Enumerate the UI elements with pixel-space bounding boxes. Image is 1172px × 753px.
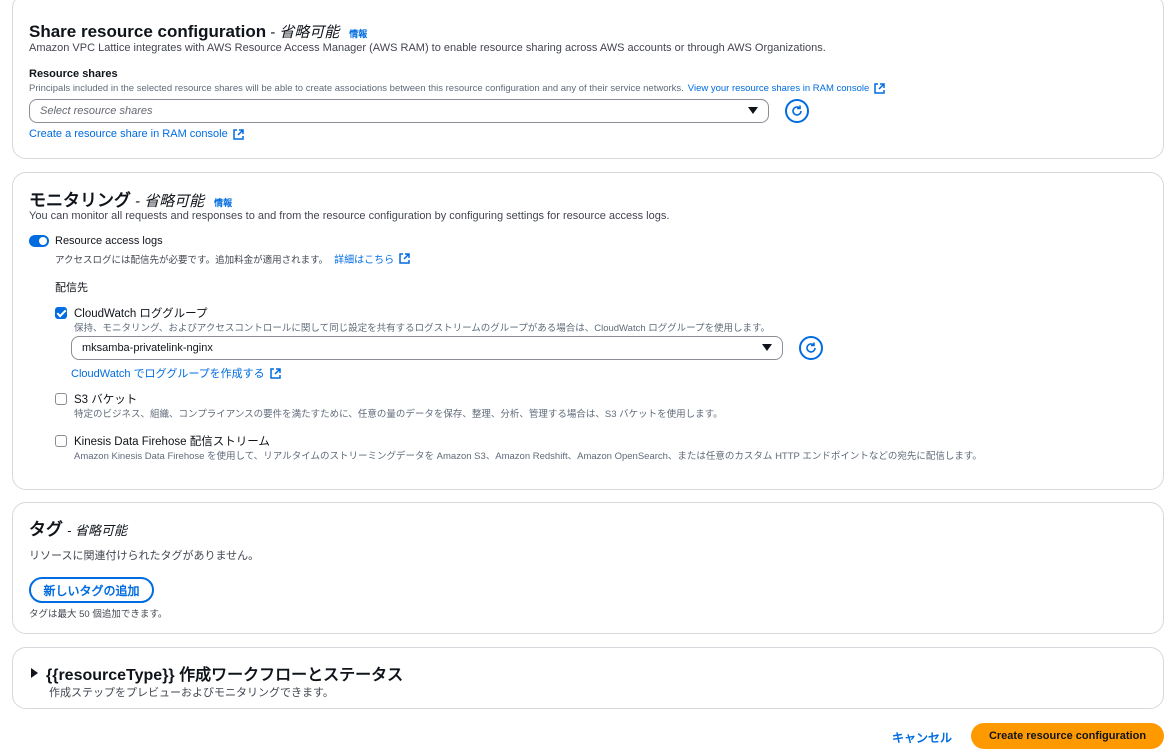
resource-shares-label: Resource shares [29, 68, 118, 80]
tags-title-text: タグ [29, 520, 63, 539]
share-description: Amazon VPC Lattice integrates with AWS R… [29, 42, 826, 54]
refresh-icon[interactable] [785, 99, 809, 123]
external-link-icon [874, 83, 886, 94]
monitoring-info-link[interactable]: 情報 [214, 196, 232, 209]
tags-section-title: タグ - 省略可能 [29, 515, 127, 540]
access-logs-label: Resource access logs [55, 235, 163, 247]
tags-optional-text: - 省略可能 [67, 523, 127, 538]
ram-console-link-text: View your resource shares in RAM console [687, 83, 870, 94]
monitoring-optional-text: - 省略可能 [135, 193, 205, 210]
chevron-down-icon [762, 344, 772, 351]
external-link-icon [399, 253, 410, 264]
workflow-description: 作成ステップをプレビューおよびモニタリングできます。 [49, 687, 334, 699]
learn-more-link[interactable]: 詳細はこちら [334, 251, 410, 266]
s3-help: 特定のビジネス、組織、コンプライアンスの要件を満たすために、任意の量のデータを保… [74, 409, 723, 420]
ram-console-link[interactable]: View your resource shares in RAM console [687, 83, 886, 94]
log-group-select[interactable]: mksamba-privatelink-nginx [71, 336, 783, 360]
destination-label: 配信先 [55, 282, 88, 294]
share-optional-text: - 省略可能 [270, 24, 340, 41]
create-log-group-text: CloudWatch でロググループを作成する [71, 368, 265, 380]
share-info-link[interactable]: 情報 [349, 27, 367, 40]
tags-limit-text: タグは最大 50 個追加できます。 [29, 609, 168, 620]
refresh-icon[interactable] [799, 336, 823, 360]
s3-checkbox[interactable] [55, 393, 67, 405]
log-group-value: mksamba-privatelink-nginx [82, 342, 213, 354]
add-tag-button[interactable]: 新しいタグの追加 [29, 577, 154, 603]
workflow-expander[interactable]: {{resourceType}} 作成ワークフローとステータス [31, 661, 403, 685]
access-logs-toggle[interactable] [29, 235, 49, 247]
share-resource-panel: Share resource configuration - 省略可能 情報 A… [12, 0, 1164, 159]
monitoring-title-text: モニタリング [29, 191, 131, 210]
monitoring-section-title: モニタリング - 省略可能 情報 [29, 186, 232, 211]
create-resource-share-text: Create a resource share in RAM console [29, 128, 228, 140]
create-resource-share-link[interactable]: Create a resource share in RAM console [29, 128, 244, 140]
resource-shares-help: Principals included in the selected reso… [29, 83, 684, 94]
cloudwatch-help: 保持、モニタリング、およびアクセスコントロールに関して同じ設定を共有するログスト… [74, 323, 771, 334]
resource-shares-placeholder: Select resource shares [40, 105, 153, 117]
tags-empty-text: リソースに関連付けられたタグがありません。 [29, 550, 260, 562]
create-resource-configuration-button[interactable]: Create resource configuration [971, 723, 1164, 749]
cancel-button[interactable]: キャンセル [892, 729, 952, 746]
caret-right-icon [31, 668, 38, 678]
external-link-icon [232, 128, 244, 140]
create-log-group-link[interactable]: CloudWatch でロググループを作成する [71, 365, 281, 381]
firehose-help: Amazon Kinesis Data Firehose を使用して、リアルタイ… [74, 451, 982, 462]
share-title-text: Share resource configuration [29, 22, 267, 41]
access-logs-help: アクセスログには配信先が必要です。追加料金が適用されます。 [55, 254, 329, 266]
tags-panel: タグ - 省略可能 リソースに関連付けられたタグがありません。 新しいタグの追加… [12, 502, 1164, 634]
cloudwatch-checkbox[interactable] [55, 307, 67, 319]
workflow-title: {{resourceType}} 作成ワークフローとステータス [46, 667, 404, 684]
chevron-down-icon [748, 107, 758, 114]
learn-more-text: 詳細はこちら [334, 255, 395, 266]
firehose-checkbox[interactable] [55, 435, 67, 447]
firehose-label: Kinesis Data Firehose 配信ストリーム [74, 436, 270, 448]
monitoring-description: You can monitor all requests and respons… [29, 210, 670, 222]
cloudwatch-label: CloudWatch ロググループ [74, 308, 208, 320]
resource-shares-select[interactable]: Select resource shares [29, 99, 769, 123]
s3-label: S3 バケット [74, 394, 138, 406]
share-section-title: Share resource configuration - 省略可能 情報 [29, 21, 367, 42]
workflow-panel: {{resourceType}} 作成ワークフローとステータス 作成ステップをプ… [12, 647, 1164, 709]
monitoring-panel: モニタリング - 省略可能 情報 You can monitor all req… [12, 172, 1164, 490]
external-link-icon [269, 367, 281, 379]
